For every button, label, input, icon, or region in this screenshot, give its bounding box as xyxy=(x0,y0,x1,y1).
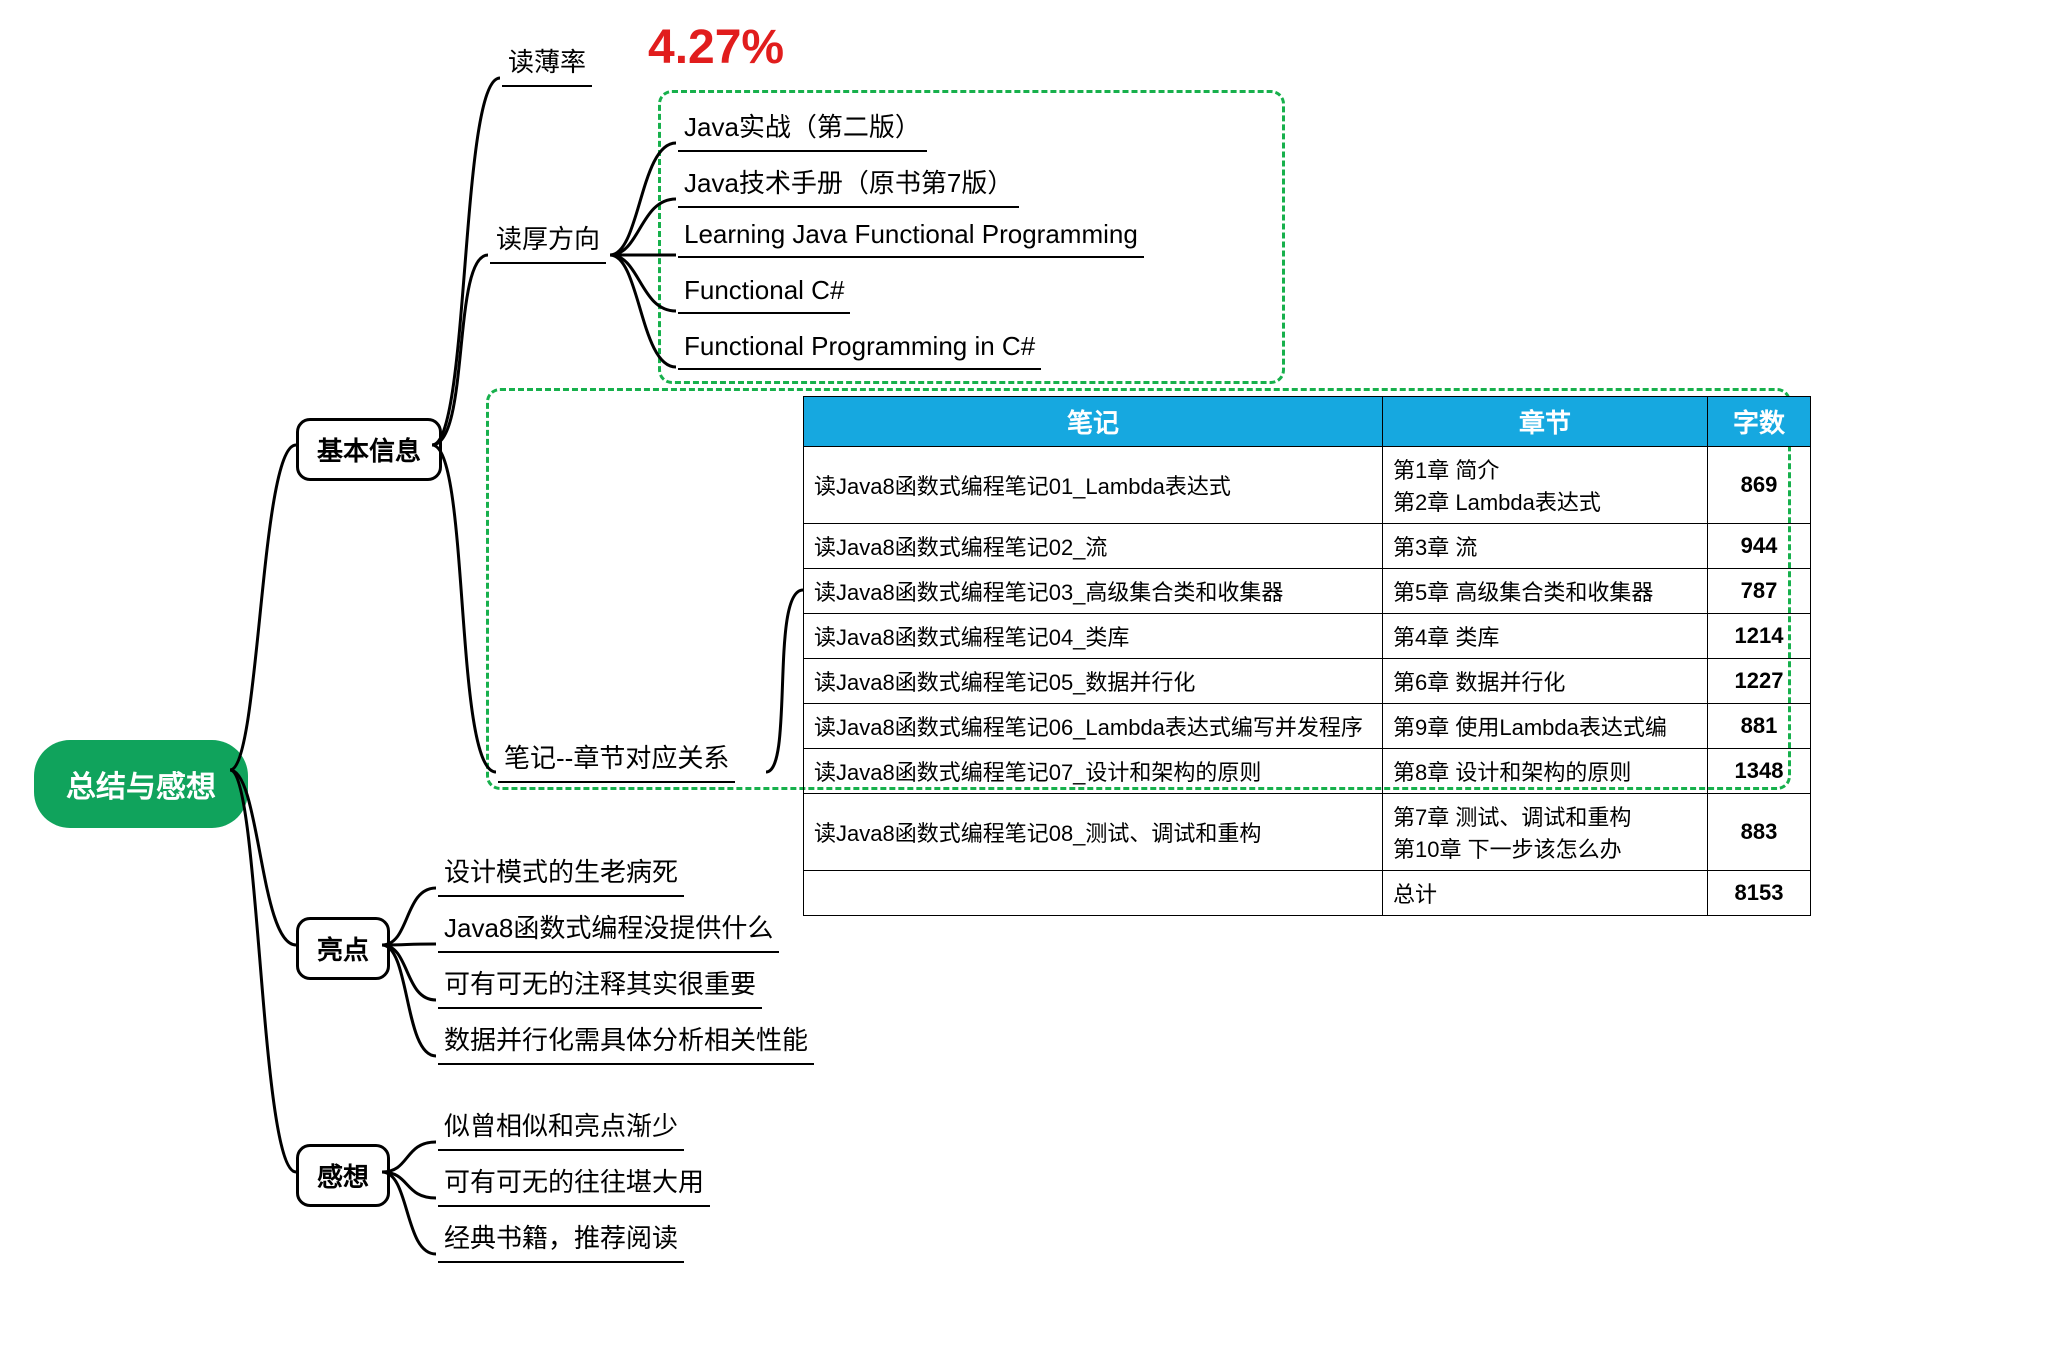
thick-item-0: Java实战（第二版） xyxy=(678,103,927,152)
thick-item-1: Java技术手册（原书第7版） xyxy=(678,159,1019,208)
highlight-item-2: 可有可无的注释其实很重要 xyxy=(438,960,762,1009)
table-row: 读Java8函数式编程笔记04_类库第4章 类库1214 xyxy=(804,614,1811,659)
highlights-node: 亮点 xyxy=(296,917,390,980)
rate-value-node: 4.27% xyxy=(648,20,784,75)
table-row: 读Java8函数式编程笔记02_流第3章 流944 xyxy=(804,524,1811,569)
thought-item-2: 经典书籍，推荐阅读 xyxy=(438,1214,684,1263)
table-row: 读Java8函数式编程笔记03_高级集合类和收集器第5章 高级集合类和收集器78… xyxy=(804,569,1811,614)
thick-item-3: Functional C# xyxy=(678,271,850,314)
th-chapter: 章节 xyxy=(1383,397,1708,447)
basic-info-node: 基本信息 xyxy=(296,418,442,481)
highlight-item-3: 数据并行化需具体分析相关性能 xyxy=(438,1016,814,1065)
root-node: 总结与感想 xyxy=(34,740,248,828)
highlight-item-1: Java8函数式编程没提供什么 xyxy=(438,904,779,953)
thought-item-1: 可有可无的往往堪大用 xyxy=(438,1158,710,1207)
notes-chapter-table: 笔记 章节 字数 读Java8函数式编程笔记01_Lambda表达式第1章 简介… xyxy=(803,396,1811,916)
rate-label-node: 读薄率 xyxy=(502,38,592,87)
table-row: 总计8153 xyxy=(804,871,1811,916)
notes-relation-label: 笔记--章节对应关系 xyxy=(498,734,735,783)
highlight-item-0: 设计模式的生老病死 xyxy=(438,848,684,897)
thick-item-2: Learning Java Functional Programming xyxy=(678,215,1144,258)
thick-item-4: Functional Programming in C# xyxy=(678,327,1041,370)
th-note: 笔记 xyxy=(804,397,1383,447)
table-row: 读Java8函数式编程笔记06_Lambda表达式编写并发程序第9章 使用Lam… xyxy=(804,704,1811,749)
thought-item-0: 似曾相似和亮点渐少 xyxy=(438,1102,684,1151)
table-row: 读Java8函数式编程笔记05_数据并行化第6章 数据并行化1227 xyxy=(804,659,1811,704)
thick-direction-label: 读厚方向 xyxy=(490,215,606,264)
th-count: 字数 xyxy=(1708,397,1811,447)
table-row: 读Java8函数式编程笔记07_设计和架构的原则第8章 设计和架构的原则1348 xyxy=(804,749,1811,794)
thoughts-node: 感想 xyxy=(296,1144,390,1207)
table-row: 读Java8函数式编程笔记01_Lambda表达式第1章 简介第2章 Lambd… xyxy=(804,447,1811,524)
table-row: 读Java8函数式编程笔记08_测试、调试和重构第7章 测试、调试和重构第10章… xyxy=(804,794,1811,871)
